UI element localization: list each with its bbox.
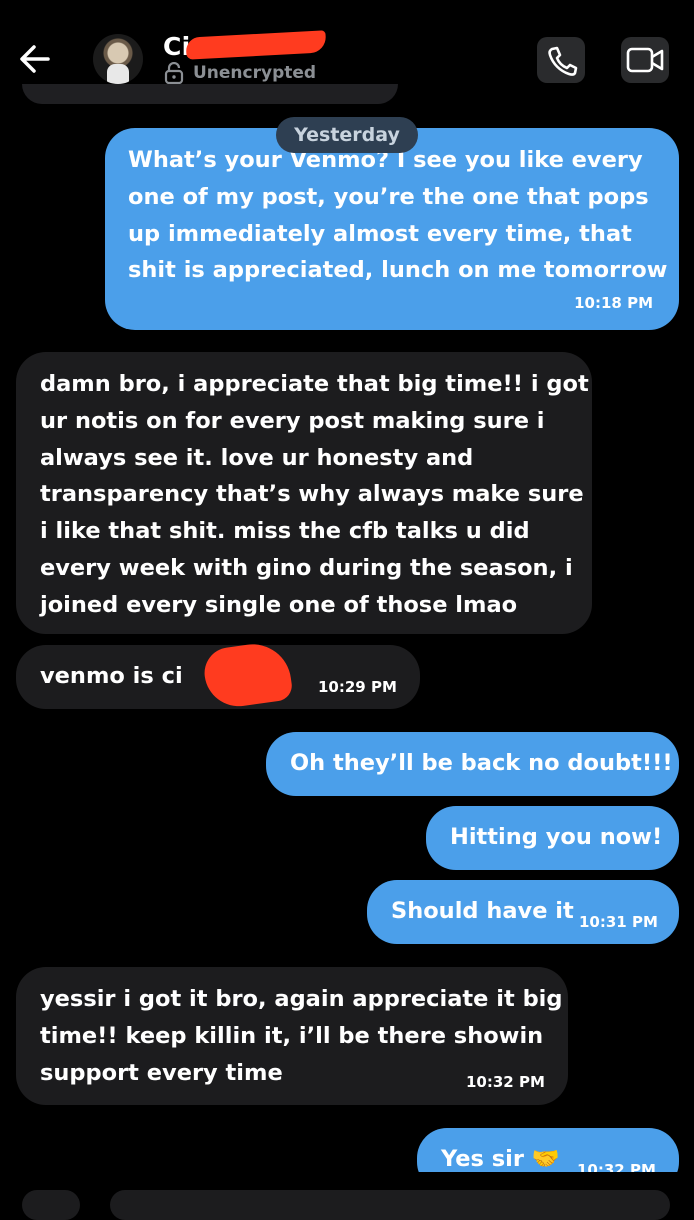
message-text: Hitting you now! [450, 824, 663, 850]
message-text: Should have it [391, 898, 574, 924]
message-text: damn bro, i appreciate that big time!! i… [40, 371, 589, 618]
message-time: 10:32 PM [466, 1073, 545, 1091]
message-time: 10:29 PM [318, 678, 397, 696]
video-call-button[interactable] [621, 37, 669, 83]
message-time: 10:18 PM [574, 294, 653, 312]
lock-icon [164, 62, 184, 84]
phone-icon [548, 46, 578, 76]
avatar[interactable] [93, 34, 143, 84]
message-bubble-outgoing[interactable]: Hitting you now! [426, 806, 679, 870]
message-bubble-outgoing[interactable]: Oh they’ll be back no doubt!!! [266, 732, 679, 796]
voice-call-button[interactable] [537, 37, 585, 83]
message-time: 10:31 PM [579, 913, 658, 931]
message-text: What’s your Venmo? I see you like every … [128, 147, 668, 284]
message-bubble-outgoing[interactable]: What’s your Venmo? I see you like every … [105, 128, 679, 330]
date-divider: Yesterday [276, 117, 418, 153]
message-bubble-incoming[interactable]: damn bro, i appreciate that big time!! i… [16, 352, 592, 634]
message-bubble-incoming[interactable]: yessir i got it bro, again appreciate it… [16, 967, 568, 1105]
back-arrow-icon[interactable] [18, 42, 52, 76]
previous-message-bubble-edge [22, 84, 398, 104]
encryption-status: Unencrypted [193, 63, 317, 83]
composer-left-edge[interactable] [22, 1190, 80, 1220]
message-text: venmo is ci [40, 663, 183, 689]
message-composer-edge[interactable] [110, 1190, 670, 1220]
message-bubble-outgoing[interactable]: Should have it 10:31 PM [367, 880, 679, 944]
video-icon [626, 47, 664, 73]
message-text: Oh they’ll be back no doubt!!! [290, 750, 673, 776]
